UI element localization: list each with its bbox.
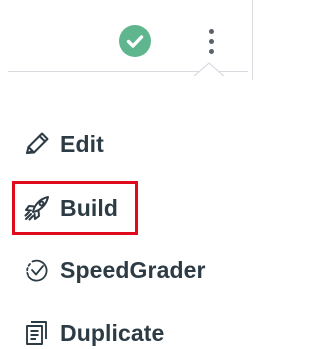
menu-item-label: Build xyxy=(60,194,118,221)
menu-item-build[interactable]: Build xyxy=(22,188,118,228)
kebab-dot xyxy=(208,38,214,44)
menu-item-speedgrader[interactable]: SpeedGrader xyxy=(22,250,206,290)
more-options-button[interactable] xyxy=(199,21,223,61)
assignment-actions-page: Edit Build SpeedGrader Duplicate xyxy=(0,0,333,349)
menu-caret-icon xyxy=(193,62,225,77)
rocket-icon xyxy=(22,193,56,223)
speedgrader-icon xyxy=(22,255,56,285)
duplicate-icon xyxy=(22,318,56,348)
menu-item-label: SpeedGrader xyxy=(60,256,206,283)
menu-item-label: Duplicate xyxy=(60,319,165,346)
kebab-dot xyxy=(208,48,214,54)
check-circle-icon xyxy=(119,25,151,57)
toolbar-divider xyxy=(252,0,253,80)
kebab-menu-icon xyxy=(208,28,214,34)
menu-item-edit[interactable]: Edit xyxy=(22,124,104,164)
item-toolbar xyxy=(0,0,333,80)
pencil-icon xyxy=(22,129,56,159)
menu-item-label: Edit xyxy=(60,130,104,157)
menu-item-duplicate[interactable]: Duplicate xyxy=(22,313,164,349)
published-status-badge[interactable] xyxy=(119,25,151,57)
